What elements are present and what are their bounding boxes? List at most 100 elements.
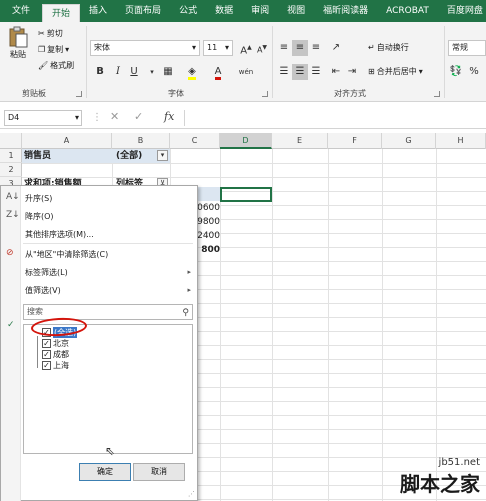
list-item[interactable]: ✓ 上海 bbox=[42, 360, 69, 371]
tab-data[interactable]: 数据 bbox=[206, 0, 242, 22]
mouse-cursor-icon: ⇖ bbox=[105, 444, 116, 458]
resize-grip-icon[interactable]: ⋰ bbox=[188, 490, 195, 498]
cancel-icon[interactable]: ✕ bbox=[110, 110, 119, 123]
filter-item-list[interactable]: ✓ (全选) ✓ 北京 ✓ 成都 ✓ 上海 bbox=[23, 324, 193, 454]
percent-icon[interactable]: % bbox=[466, 64, 482, 80]
align-middle-icon[interactable]: ≡ bbox=[292, 40, 308, 56]
grid-line bbox=[436, 149, 437, 501]
font-name-select[interactable]: 宋体 ▾ bbox=[90, 40, 200, 56]
column-header-a[interactable]: A bbox=[22, 133, 112, 149]
enter-icon[interactable]: ✓ bbox=[134, 110, 143, 123]
alignment-launcher-icon[interactable] bbox=[434, 91, 440, 97]
ribbon: 粘贴 ✂ 剪切 ❐ 复制 ▾ 🖌 格式刷 剪贴板 宋体 ▾ 11 ▾ A▲ A▼ B I U… bbox=[0, 22, 486, 102]
column-header-g[interactable]: G bbox=[382, 133, 436, 149]
bold-button[interactable]: B bbox=[92, 64, 108, 80]
insert-function-icon[interactable]: fx bbox=[164, 110, 174, 123]
align-bottom-icon[interactable]: ≡ bbox=[308, 40, 324, 56]
decrease-indent-icon[interactable]: ⇤ bbox=[328, 64, 344, 80]
chevron-down-icon: ▾ bbox=[65, 45, 70, 54]
column-header-h[interactable]: H bbox=[436, 133, 486, 149]
chevron-down-icon: ▾ bbox=[224, 43, 229, 52]
ok-button[interactable]: 确定 bbox=[79, 463, 131, 481]
tab-insert[interactable]: 插入 bbox=[80, 0, 116, 22]
font-group-label: 字体 bbox=[168, 89, 184, 98]
fill-color-icon[interactable]: ◈ bbox=[184, 64, 200, 80]
column-header-d[interactable]: D bbox=[220, 133, 272, 149]
tab-home[interactable]: 开始 bbox=[42, 4, 81, 22]
align-top-icon[interactable]: ≡ bbox=[276, 40, 292, 56]
borders-icon[interactable]: ▦ bbox=[160, 64, 176, 80]
merge-center-button[interactable]: ⊞ 合并后居中 ▾ bbox=[368, 66, 423, 77]
row-header[interactable]: 1 bbox=[0, 149, 22, 163]
checkbox-checked-icon[interactable]: ✓ bbox=[42, 350, 51, 359]
format-painter-button[interactable]: 🖌 格式刷 bbox=[38, 60, 74, 71]
cell-a1[interactable]: 销售员 bbox=[22, 149, 112, 163]
tab-acrobat[interactable]: ACROBAT bbox=[377, 0, 438, 22]
align-right-icon[interactable]: ☰ bbox=[308, 64, 324, 80]
shrink-font-icon[interactable]: A▼ bbox=[254, 40, 270, 56]
name-box[interactable]: D4 ▾ bbox=[4, 110, 82, 126]
font-size-select[interactable]: 11 ▾ bbox=[203, 40, 233, 56]
font-launcher-icon[interactable] bbox=[262, 91, 268, 97]
clear-filter-item[interactable]: 从"地区"中清除筛选(C) bbox=[25, 249, 108, 260]
list-item[interactable]: ✓ 成都 bbox=[42, 349, 69, 360]
scissors-icon: ✂ bbox=[38, 29, 45, 38]
underline-button[interactable]: U bbox=[126, 64, 142, 80]
italic-button[interactable]: I bbox=[110, 64, 126, 80]
list-item[interactable]: ✓ 北京 bbox=[42, 338, 69, 349]
cancel-button[interactable]: 取消 bbox=[133, 463, 185, 481]
chevron-down-icon: ▾ bbox=[418, 67, 423, 76]
tab-view[interactable]: 视图 bbox=[278, 0, 314, 22]
font-color-icon[interactable]: A bbox=[210, 64, 226, 80]
tab-file[interactable]: 文件 bbox=[0, 0, 43, 22]
filter-dropdown-icon[interactable]: ▾ bbox=[157, 150, 168, 161]
tab-foxit[interactable]: 福昕阅读器 bbox=[314, 0, 377, 22]
align-center-icon[interactable]: ☰ bbox=[292, 64, 308, 80]
paste-button[interactable]: 粘贴 bbox=[8, 26, 28, 60]
font-size-value: 11 bbox=[207, 43, 218, 52]
active-cell-d4[interactable] bbox=[220, 187, 272, 202]
tab-baidu[interactable]: 百度网盘 bbox=[438, 0, 486, 22]
select-all-corner[interactable] bbox=[0, 133, 22, 149]
more-icon: ⋮ bbox=[92, 112, 102, 123]
column-header-f[interactable]: F bbox=[328, 133, 382, 149]
chevron-down-icon[interactable]: ▾ bbox=[144, 64, 160, 80]
number-format-select[interactable]: 常规 bbox=[448, 40, 486, 56]
more-sort-options-item[interactable]: 其他排序选项(M)... bbox=[25, 229, 94, 240]
checkbox-checked-icon[interactable]: ✓ bbox=[42, 361, 51, 370]
value-filter-item[interactable]: 值筛选(V) bbox=[25, 285, 61, 296]
tab-review[interactable]: 审阅 bbox=[242, 0, 278, 22]
sort-descending-item[interactable]: 降序(O) bbox=[25, 211, 54, 222]
label-filter-item[interactable]: 标签筛选(L) bbox=[25, 267, 195, 278]
cut-button[interactable]: ✂ 剪切 bbox=[38, 28, 63, 39]
tab-formulas[interactable]: 公式 bbox=[170, 0, 206, 22]
column-header-e[interactable]: E bbox=[272, 133, 328, 149]
tab-page-layout[interactable]: 页面布局 bbox=[116, 0, 170, 22]
search-input[interactable]: 搜索 ⚲ bbox=[23, 304, 193, 320]
name-box-value: D4 bbox=[8, 113, 20, 122]
orientation-icon[interactable]: ↗ bbox=[328, 40, 344, 56]
filter-menu: A↓ 升序(S) Z↓ 降序(O) 其他排序选项(M)... ⊘ 从"地区"中清… bbox=[0, 185, 198, 501]
grow-font-icon[interactable]: A▲ bbox=[238, 40, 254, 56]
grid-line bbox=[272, 149, 273, 501]
phonetic-icon[interactable]: wén bbox=[238, 64, 254, 80]
formula-input[interactable] bbox=[184, 110, 484, 126]
row-header[interactable]: 2 bbox=[0, 163, 22, 177]
align-left-icon[interactable]: ☰ bbox=[276, 64, 292, 80]
format-painter-label: 格式刷 bbox=[50, 61, 75, 70]
watermark-url: jb51.net bbox=[438, 457, 480, 468]
copy-label: 复制 bbox=[47, 45, 64, 54]
currency-icon[interactable]: 💱 bbox=[448, 64, 464, 80]
copy-button[interactable]: ❐ 复制 ▾ bbox=[38, 44, 69, 55]
checkbox-checked-icon[interactable]: ✓ bbox=[42, 339, 51, 348]
column-header-b[interactable]: B bbox=[112, 133, 170, 149]
sort-ascending-item[interactable]: 升序(S) bbox=[25, 193, 52, 204]
divider bbox=[86, 26, 87, 98]
grid-line bbox=[328, 149, 329, 501]
column-header-c[interactable]: C bbox=[170, 133, 220, 149]
increase-indent-icon[interactable]: ⇥ bbox=[344, 64, 360, 80]
paste-label: 粘贴 bbox=[10, 50, 26, 59]
wrap-text-button[interactable]: ↵ 自动换行 bbox=[368, 42, 409, 53]
clipboard-launcher-icon[interactable] bbox=[76, 91, 82, 97]
tree-line bbox=[37, 336, 38, 368]
